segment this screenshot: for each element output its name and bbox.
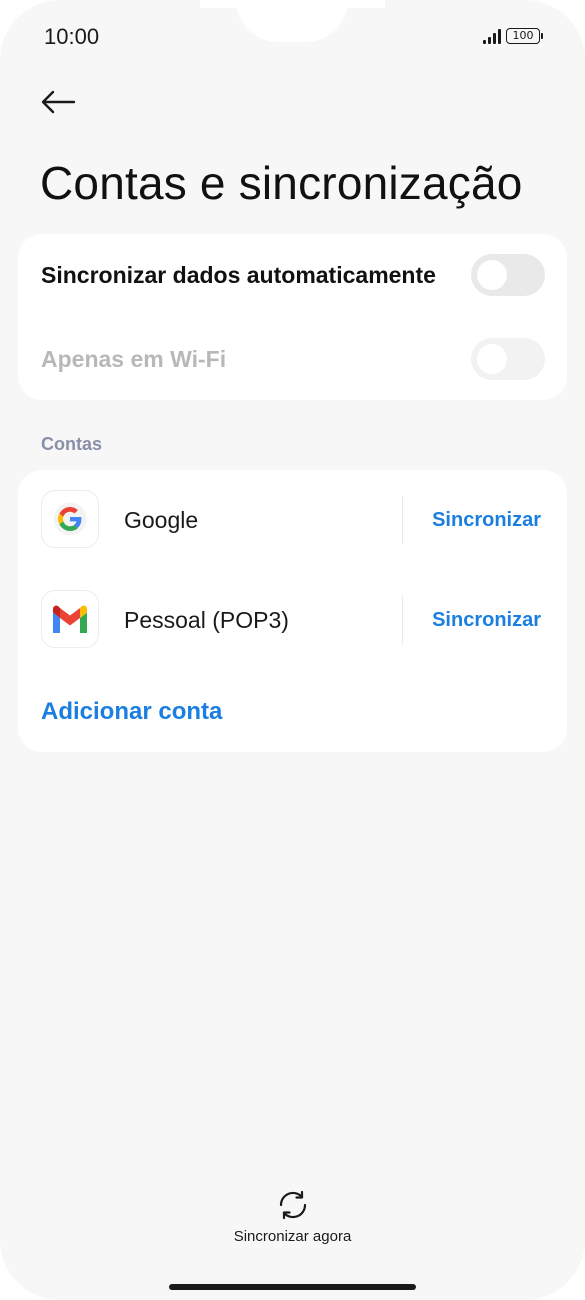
home-indicator[interactable] [169,1284,416,1290]
sync-google-button[interactable]: Sincronizar [432,509,541,532]
account-row-google[interactable]: Google Sincronizar [18,470,567,570]
account-row-pop3[interactable]: Pessoal (POP3) Sincronizar [18,570,567,670]
accounts-section-header: Contas [41,434,103,454]
battery-tip [541,33,543,39]
arrow-left-icon [41,90,76,114]
page-title: Contas e sincronização [40,157,523,209]
signal-icon [483,26,501,44]
toggle-knob [477,260,507,290]
sync-settings-card: Sincronizar dados automaticamente Apenas… [18,234,567,400]
auto-sync-label: Sincronizar dados automaticamente [41,261,436,288]
wifi-only-row: Apenas em Wi-Fi [18,318,567,400]
wifi-only-toggle [471,338,545,380]
back-button[interactable] [36,82,80,122]
google-icon [41,490,99,548]
account-name: Pessoal (POP3) [124,607,289,633]
status-time: 10:00 [44,24,100,49]
auto-sync-row[interactable]: Sincronizar dados automaticamente [18,234,567,316]
sync-icon [279,1190,306,1220]
wifi-only-label: Apenas em Wi-Fi [41,345,227,372]
battery-icon: 100 [506,28,540,44]
phone-screen: 10:00 100 Contas e sincronização Sincron… [0,0,585,1300]
divider [402,495,403,545]
divider [402,595,403,645]
auto-sync-toggle[interactable] [471,254,545,296]
gmail-icon [41,590,99,648]
toggle-knob [477,344,507,374]
sync-now-label: Sincronizar agora [233,1228,352,1245]
add-account-button[interactable]: Adicionar conta [41,698,222,726]
accounts-card: Google Sincronizar Pessoal (POP3) Sincro… [18,470,567,752]
sync-now-button[interactable]: Sincronizar agora [0,1188,585,1245]
status-icons: 100 [483,26,543,44]
account-name: Google [124,507,199,533]
camera-notch [236,0,348,42]
sync-pop3-button[interactable]: Sincronizar [432,609,541,632]
